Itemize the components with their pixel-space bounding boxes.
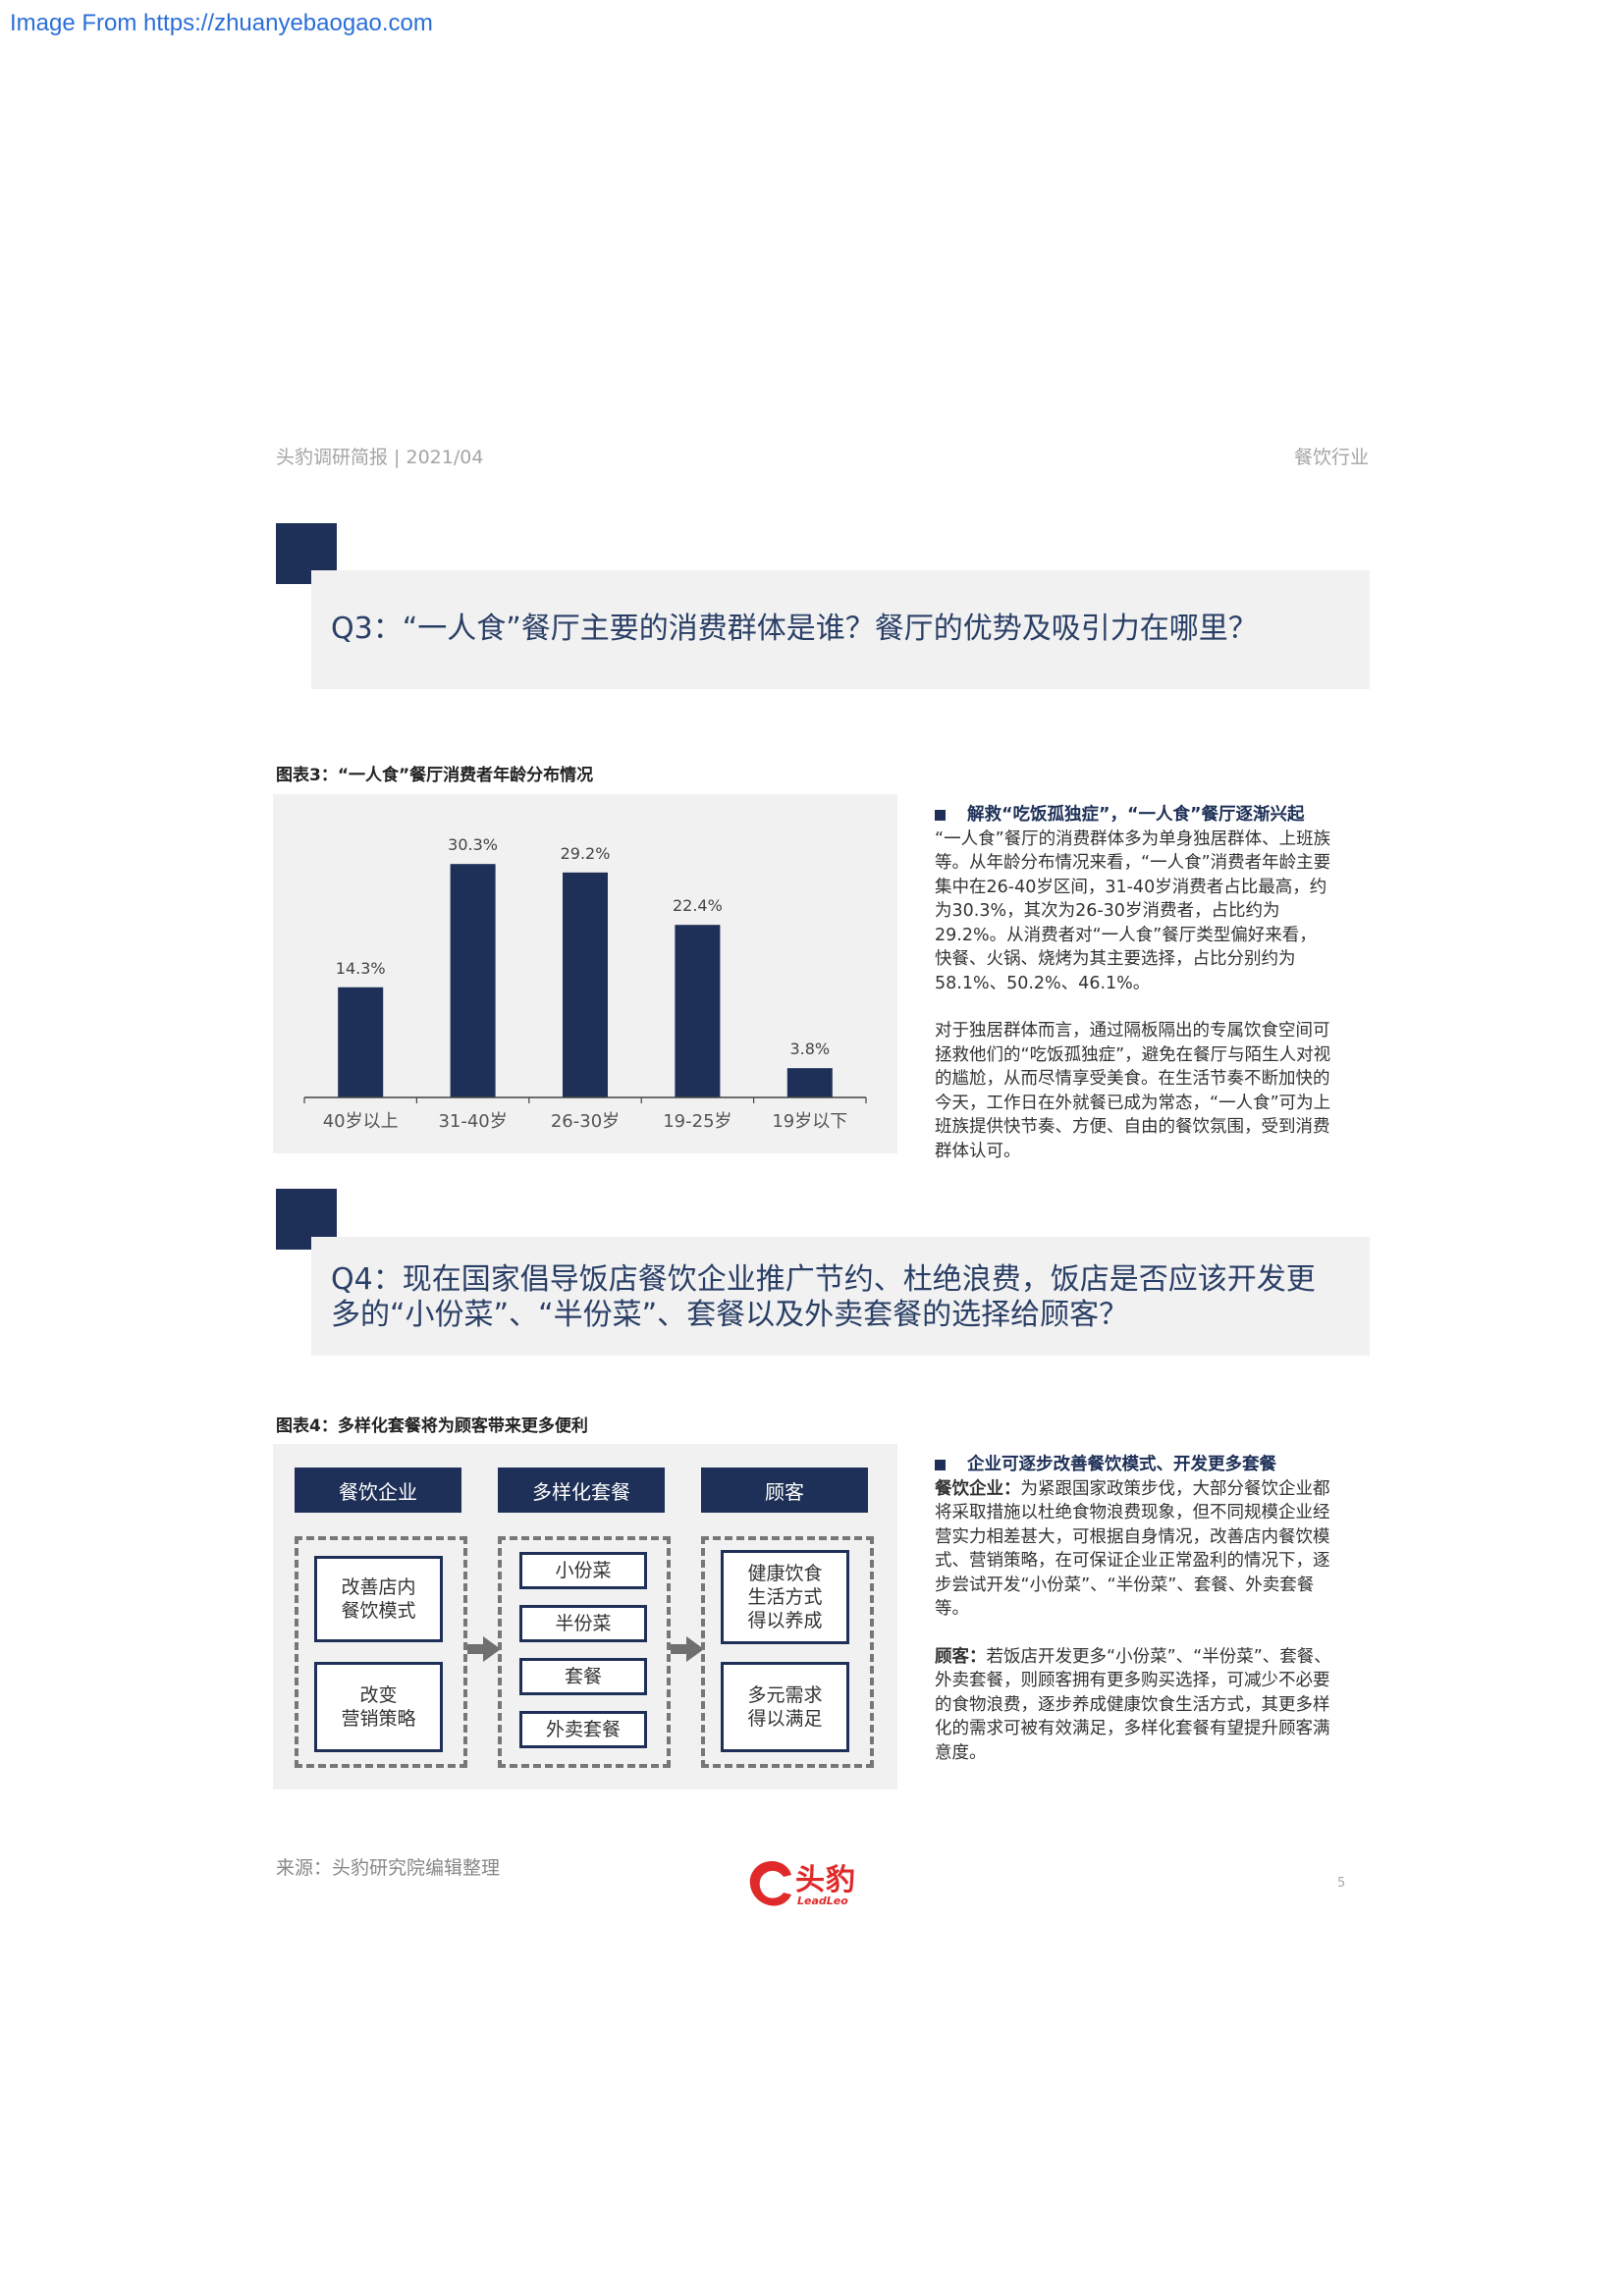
- data-label-3: 22.4%: [673, 896, 723, 915]
- tick-label-2: 26-30岁: [551, 1111, 620, 1132]
- bullet-square-icon: [935, 810, 946, 821]
- box-needs-met: 多元需求 得以满足: [721, 1662, 849, 1752]
- figure4-title: 图表4：多样化套餐将为顾客带来更多便利: [276, 1416, 588, 1436]
- col-header-diverse-meals: 多样化套餐: [498, 1468, 665, 1513]
- col-restaurant-group: 改善店内 餐饮模式 改变 营销策略: [295, 1536, 467, 1768]
- bar-1: [450, 864, 496, 1097]
- box-takeout-set: 外卖套餐: [519, 1711, 647, 1748]
- box-small-dish: 小份菜: [519, 1552, 647, 1589]
- col-header-restaurant: 餐饮企业: [295, 1468, 461, 1513]
- box-half-dish: 半份菜: [519, 1605, 647, 1642]
- figure3-title: 图表3：“一人食”餐厅消费者年龄分布情况: [276, 766, 594, 785]
- leopard-logo-icon: [749, 1861, 791, 1906]
- report-header-left: 头豹调研简报 | 2021/04: [276, 447, 484, 468]
- bar-0: [338, 987, 384, 1097]
- sidebar-q4: 企业可逐步改善餐饮模式、开发更多套餐 餐饮企业：为紧跟国家政策步伐，大部分餐饮企…: [935, 1453, 1332, 1765]
- box-healthy-lifestyle: 健康饮食 生活方式 得以养成: [721, 1550, 849, 1644]
- box-improve-dining-mode: 改善店内 餐饮模式: [314, 1556, 443, 1642]
- leadleo-logo: 头豹 LeadLeo: [744, 1855, 872, 1912]
- col-customer-group: 健康饮食 生活方式 得以养成 多元需求 得以满足: [701, 1536, 874, 1768]
- figure4-diagram-panel: 餐饮企业 改善店内 餐饮模式 改变 营销策略 多样化套餐 小份菜 半份菜 套餐 外卖…: [273, 1444, 897, 1789]
- q4-title: Q4：现在国家倡导饭店餐饮企业推广节约、杜绝浪费，饭店是否应该开发更 多的“小份…: [331, 1262, 1316, 1332]
- figure3-chart-panel: 14.3% 30.3% 29.2% 22.4% 3.8% 40岁以上 31-40岁 26-3…: [273, 794, 897, 1153]
- sidebar4-paragraph-1: 餐饮企业：为紧跟国家政策步伐，大部分餐饮企业都将采取措施以杜绝食物浪费现象，但不…: [935, 1478, 1330, 1620]
- data-label-4: 3.8%: [789, 1040, 830, 1058]
- bullet-square-icon: [935, 1460, 946, 1470]
- page-number: 5: [1337, 1876, 1346, 1891]
- sidebar3-paragraph-1: “一人食”餐厅的消费群体多为单身独居群体、上班族等。从年龄分布情况来看，“一人食…: [935, 828, 1331, 993]
- box-change-marketing: 改变 营销策略: [314, 1662, 443, 1752]
- report-header-right: 餐饮行业: [1293, 447, 1369, 468]
- sidebar-q3: 解救“吃饭孤独症”，“一人食”餐厅逐渐兴起 “一人食”餐厅的消费群体多为单身独居…: [935, 803, 1332, 1163]
- source-link[interactable]: Image From https://zhuanyebaogao.com: [10, 10, 433, 37]
- q3-title-box: Q3：“一人食”餐厅主要的消费群体是谁？餐厅的优势及吸引力在哪里？: [311, 570, 1370, 689]
- tick-label-3: 19-25岁: [663, 1111, 731, 1132]
- bar-2: [563, 872, 608, 1097]
- q4-title-box: Q4：现在国家倡导饭店餐饮企业推广节约、杜绝浪费，饭店是否应该开发更 多的“小份…: [311, 1237, 1370, 1356]
- tick-label-1: 31-40岁: [438, 1111, 507, 1132]
- bar-4: [786, 1068, 833, 1097]
- sidebar3-heading: 解救“吃饭孤独症”，“一人食”餐厅逐渐兴起: [935, 803, 1332, 828]
- age-distribution-bar-chart: 14.3% 30.3% 29.2% 22.4% 3.8% 40岁以上 31-40岁 26-3…: [303, 835, 867, 1132]
- q3-title: Q3：“一人食”餐厅主要的消费群体是谁？餐厅的优势及吸引力在哪里？: [331, 612, 1258, 646]
- tick-label-4: 19岁以下: [772, 1111, 847, 1132]
- sidebar3-paragraph-2: 对于独居群体而言，通过隔板隔出的专属饮食空间可拯救他们的“吃饭孤独症”，避免在餐…: [935, 1021, 1331, 1161]
- data-label-1: 30.3%: [448, 835, 498, 854]
- bar-3: [675, 925, 721, 1097]
- box-set-meal: 套餐: [519, 1658, 647, 1695]
- sidebar4-heading: 企业可逐步改善餐饮模式、开发更多套餐: [935, 1453, 1332, 1477]
- data-label-0: 14.3%: [336, 959, 386, 978]
- tick-label-0: 40岁以上: [323, 1111, 399, 1132]
- sidebar4-paragraph-2: 顾客：若饭店开发更多“小份菜”、“半份菜”、套餐、外卖套餐，则顾客拥有更多购买选…: [935, 1646, 1331, 1763]
- data-label-2: 29.2%: [561, 844, 611, 863]
- footer-source: 来源：头豹研究院编辑整理: [276, 1857, 501, 1879]
- col-header-customer: 顾客: [701, 1468, 868, 1513]
- col-diverse-meals-group: 小份菜 半份菜 套餐 外卖套餐: [498, 1536, 671, 1768]
